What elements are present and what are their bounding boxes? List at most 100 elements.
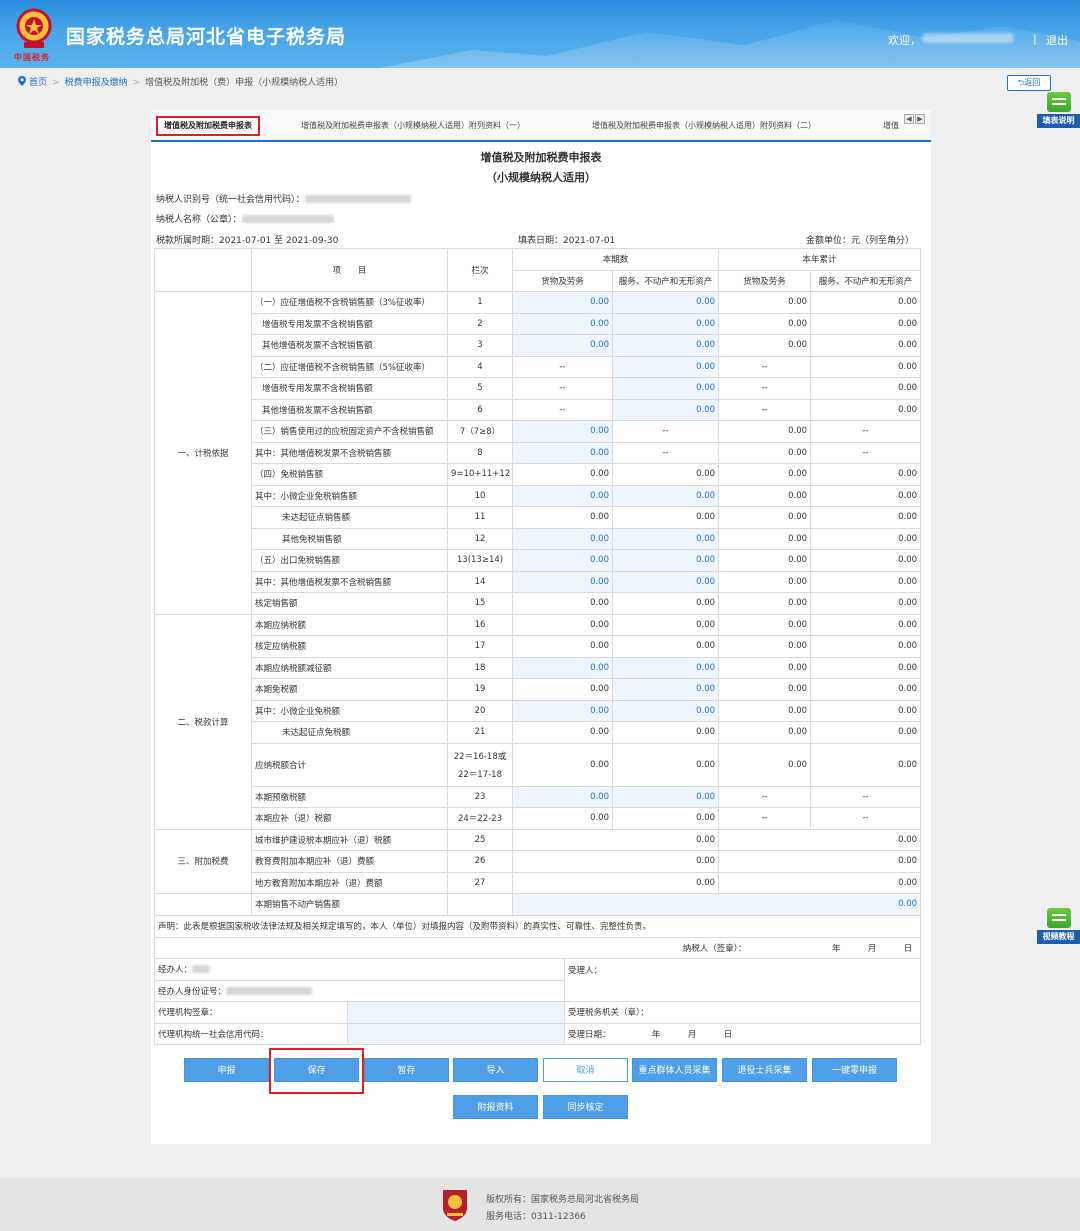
cell-current-goods: --: [512, 355, 613, 378]
row-number: 23: [447, 785, 513, 808]
cell-ytd-goods: 0.00: [718, 635, 812, 658]
cell-current-services[interactable]: 0.00: [611, 656, 720, 679]
sync-check-button[interactable]: 同步核定: [543, 1095, 628, 1119]
cell-current-goods[interactable]: 0.00: [512, 484, 613, 507]
row-number: 27: [447, 871, 513, 894]
table-row: 本期应纳税额减征额 18 0.00 0.00 0.00 0.00: [155, 656, 922, 679]
cell-current-goods[interactable]: 0.00: [512, 785, 613, 808]
cell-current-goods[interactable]: 0.00: [512, 312, 613, 335]
row-number: 8: [447, 441, 513, 464]
cell-current-goods[interactable]: 0.00: [512, 420, 613, 443]
cell-current-services[interactable]: 0.00: [611, 291, 720, 314]
row-number: 13(13≥14): [447, 549, 513, 572]
taxpayer-id-row: 纳税人识别号（统一社会信用代码）：: [156, 192, 411, 205]
key-groups-collect-button[interactable]: 重点群体人员采集: [632, 1058, 717, 1082]
cell-current-services[interactable]: 0.00: [611, 398, 720, 421]
cell-current-services[interactable]: 0.00: [611, 355, 720, 378]
cell-current-services: --: [611, 441, 720, 464]
video-tutorial-label: 视频教程: [1037, 930, 1080, 944]
row-label: 其他免税销售额: [251, 527, 448, 550]
table-row: 本期应补（退）税额 24＝22-23 0.00 0.00 -- --: [155, 807, 922, 830]
cell-current-goods[interactable]: 0.00: [512, 549, 613, 572]
cell-current-services[interactable]: 0.00: [611, 785, 720, 808]
cell-current-services[interactable]: 0.00: [611, 699, 720, 722]
tax-office-label: 受理税务机关（章）：: [564, 1001, 921, 1024]
row-label: 应纳税额合计: [251, 742, 448, 787]
cancel-button[interactable]: 取消: [543, 1058, 628, 1082]
table-row: 二、税款计算 本期应纳税额 16 0.00 0.00 0.00 0.00: [154, 613, 922, 830]
cell-ytd-amount: 0.00: [718, 850, 922, 873]
cell-current-goods: 0.00: [512, 592, 613, 615]
cell-current-goods[interactable]: 0.00: [512, 441, 613, 464]
row-number: 16: [447, 613, 513, 636]
cell-current-goods[interactable]: 0.00: [512, 527, 613, 550]
row-number: 4: [447, 355, 513, 378]
cell-ytd-services: 0.00: [810, 527, 922, 550]
table-row: 其他增值税发票不含税销售额 3 0.00 0.00 0.00 0.00: [155, 334, 922, 357]
row-number: 25: [447, 828, 513, 851]
temp-save-button[interactable]: 暂存: [364, 1058, 449, 1082]
declare-button[interactable]: 申报: [184, 1058, 269, 1082]
tab-schedule-1[interactable]: 增值税及附加税费申报表（小规模纳税人适用）附列资料（一）: [301, 116, 525, 136]
section-tax-basis: 一、计税依据: [154, 291, 252, 615]
fill-help-label: 填表说明: [1037, 114, 1080, 128]
cell-current-goods: 0.00: [512, 678, 613, 701]
agency-code-input[interactable]: [347, 1022, 565, 1045]
row-label: （五）出口免税销售额: [251, 549, 448, 572]
cell-current-services[interactable]: 0.00: [611, 484, 720, 507]
logout-link[interactable]: 退出: [1046, 32, 1068, 48]
cell-ytd-services: --: [810, 420, 922, 443]
cell-ytd-services: 0.00: [810, 656, 922, 679]
table-row: 增值税专用发票不含税销售额 5 -- 0.00 -- 0.00: [155, 377, 922, 400]
breadcrumb-home[interactable]: 首页: [29, 78, 47, 88]
row-number: 20: [447, 699, 513, 722]
veterans-collect-button[interactable]: 退役士兵采集: [722, 1058, 807, 1082]
cell-ytd-goods: --: [718, 807, 812, 830]
table-row: 一、计税依据 （一）应征增值税不含税销售额（3%征收率） 1 0.00 0.00 0.00…: [154, 291, 922, 615]
cell-ytd-services: --: [810, 807, 922, 830]
row-label: 本期应补（退）税额: [251, 807, 448, 830]
header-current: 本期数: [511, 248, 720, 271]
cell-current-goods[interactable]: 0.00: [512, 570, 613, 593]
save-button[interactable]: 保存: [274, 1058, 359, 1082]
cell-ytd-goods: 0.00: [718, 441, 812, 464]
cell-current-goods[interactable]: 0.00: [512, 699, 613, 722]
tab-main-form[interactable]: 增值税及附加税费申报表: [156, 116, 260, 136]
row-number: 2: [447, 312, 513, 335]
receiver-cell: 受理人：: [564, 958, 921, 1002]
fill-help-floater[interactable]: 填表说明: [1037, 92, 1080, 132]
tab-prev-arrow-icon[interactable]: ◀: [904, 114, 914, 124]
table-row: 其他免税销售额 12 0.00 0.00 0.00 0.00: [155, 527, 922, 550]
back-button[interactable]: ⮌返回: [1007, 75, 1051, 91]
cell-current-goods[interactable]: 0.00: [512, 656, 613, 679]
table-row: 教育费附加本期应补（退）费额 26 0.00 0.00: [155, 850, 922, 873]
cell-ytd-services: 0.00: [810, 484, 922, 507]
tab-more[interactable]: 增值: [883, 116, 899, 136]
tab-next-arrow-icon[interactable]: ▶: [915, 114, 925, 124]
import-button[interactable]: 导入: [453, 1058, 538, 1082]
agency-seal-label: 代理机构签章：: [154, 1001, 348, 1024]
cell-current-services[interactable]: 0.00: [611, 549, 720, 572]
cell-current-services[interactable]: 0.00: [611, 678, 720, 701]
table-row: （三）销售使用过的应税固定资产不含税销售额 7（7≥8） 0.00 -- 0.00 --: [155, 420, 922, 443]
video-tutorial-floater[interactable]: 视频教程: [1037, 908, 1080, 948]
header-ytd: 本年累计: [718, 248, 922, 271]
cell-current-goods: 0.00: [512, 721, 613, 744]
cell-current-goods[interactable]: 0.00: [512, 334, 613, 357]
zero-declare-button[interactable]: 一键零申报: [812, 1058, 897, 1082]
tab-schedule-2[interactable]: 增值税及附加税费申报表（小规模纳税人适用）附列资料（二）: [592, 116, 816, 136]
attachments-button[interactable]: 附报资料: [453, 1095, 538, 1119]
agency-seal-input[interactable]: [347, 1001, 565, 1024]
cell-ytd-services: --: [810, 785, 922, 808]
cell-current-goods[interactable]: 0.00: [512, 291, 613, 314]
cell-current-services[interactable]: 0.00: [611, 334, 720, 357]
amount-unit: 金额单位：元（列至角分）: [806, 236, 915, 246]
tab-bar: 增值税及附加税费申报表 增值税及附加税费申报表（小规模纳税人适用）附列资料（一）…: [151, 110, 931, 142]
cell-current-services[interactable]: 0.00: [611, 570, 720, 593]
cell-amount[interactable]: 0.00: [511, 893, 922, 916]
cell-current-services: 0.00: [611, 463, 720, 486]
cell-current-services[interactable]: 0.00: [611, 312, 720, 335]
cell-current-services[interactable]: 0.00: [611, 377, 720, 400]
breadcrumb-tax-declaration[interactable]: 税费申报及缴纳: [65, 78, 128, 88]
cell-current-services[interactable]: 0.00: [611, 527, 720, 550]
